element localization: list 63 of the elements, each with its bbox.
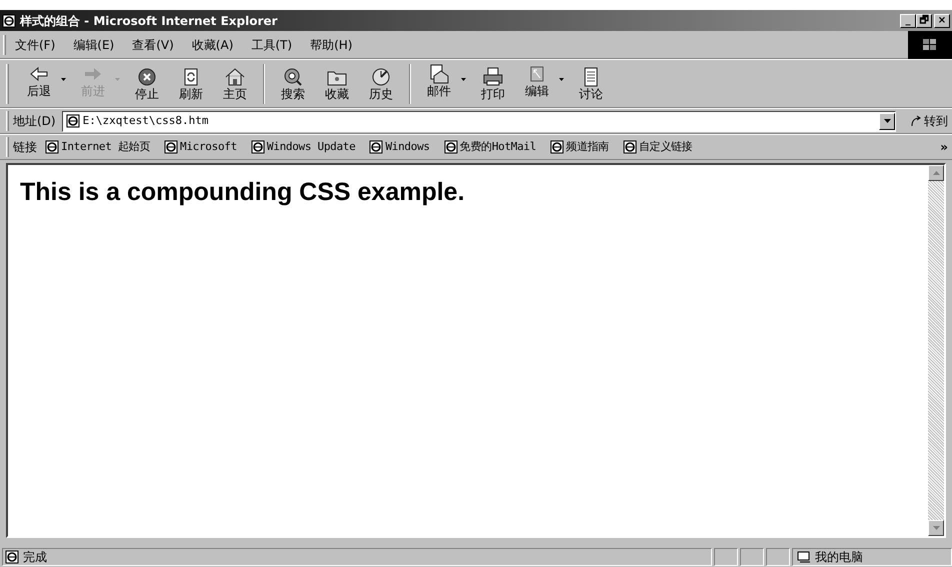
window-control-button[interactable]: 🗗 bbox=[916, 14, 932, 28]
dropdown-button[interactable] bbox=[879, 112, 895, 130]
caret-icon[interactable] bbox=[61, 78, 66, 81]
toolbar-button[interactable]: 邮件 bbox=[417, 64, 461, 98]
menu-item[interactable]: 帮助(H) bbox=[301, 36, 362, 54]
toolbar-button[interactable]: 收藏 bbox=[315, 66, 359, 100]
menu-item[interactable]: 工具(T) bbox=[242, 36, 302, 54]
window-control-button[interactable]: × bbox=[934, 14, 950, 28]
caret-icon bbox=[884, 119, 890, 123]
printer-icon bbox=[482, 66, 504, 86]
window-control-button[interactable]: _ bbox=[900, 14, 916, 28]
status-text: 完成 bbox=[23, 549, 47, 566]
toolbar-button[interactable]: 停止 bbox=[125, 66, 169, 100]
zone-text: 我的电脑 bbox=[815, 549, 863, 566]
search-icon bbox=[282, 66, 304, 86]
address-field[interactable]: E:\zxqtest\css8.htm bbox=[62, 110, 896, 132]
curved-arrow-icon bbox=[910, 115, 922, 127]
menu-item[interactable]: 文件(F) bbox=[6, 36, 64, 54]
ie-page-icon bbox=[369, 140, 384, 154]
address-label: 地址(D) bbox=[13, 113, 56, 130]
ie-page-icon bbox=[5, 550, 19, 564]
stop-icon bbox=[136, 66, 158, 86]
link-item[interactable]: Windows bbox=[369, 138, 430, 156]
link-item[interactable]: 免费的HotMail bbox=[444, 138, 536, 156]
ie-page-icon bbox=[250, 140, 265, 154]
ie-page-icon bbox=[45, 140, 59, 154]
ie-page-icon bbox=[550, 140, 564, 154]
window-title: 样式的组合 - Microsoft Internet Explorer bbox=[20, 12, 278, 30]
toolbar-button[interactable]: 刷新 bbox=[169, 66, 213, 100]
status-panel bbox=[766, 548, 790, 566]
ie-page-icon bbox=[164, 140, 178, 154]
ie-page-icon bbox=[622, 140, 637, 154]
caret-icon[interactable] bbox=[461, 78, 466, 81]
home-icon bbox=[224, 66, 246, 86]
status-panel bbox=[740, 548, 764, 566]
clock-icon bbox=[370, 66, 392, 86]
app-icon bbox=[2, 14, 16, 28]
toolbar-button[interactable]: 历史 bbox=[359, 66, 403, 100]
toolbar-button[interactable]: 打印 bbox=[471, 66, 515, 100]
toolbar-button[interactable]: 编辑 bbox=[515, 64, 559, 98]
menu-item[interactable]: 查看(V) bbox=[123, 36, 183, 54]
links-label: 链接 bbox=[13, 139, 37, 156]
computer-icon bbox=[797, 551, 811, 563]
more-links-button[interactable]: » bbox=[940, 138, 948, 156]
go-button[interactable]: 转到 bbox=[910, 112, 948, 130]
mail-icon bbox=[428, 64, 450, 84]
toolbar-button[interactable]: 讨论 bbox=[569, 66, 613, 100]
menu-item[interactable]: 编辑(E) bbox=[64, 36, 124, 54]
link-item[interactable]: 频道指南 bbox=[550, 138, 609, 156]
ie-page-icon bbox=[444, 140, 458, 154]
caret-icon[interactable] bbox=[559, 78, 564, 81]
link-item[interactable]: Microsoft bbox=[164, 138, 237, 156]
link-item[interactable]: 自定义链接 bbox=[622, 138, 692, 156]
toolbar-button[interactable]: 后退 bbox=[17, 64, 61, 98]
link-item[interactable]: Windows Update bbox=[250, 138, 356, 156]
flag-icon bbox=[923, 38, 937, 50]
menu-item[interactable]: 收藏(A) bbox=[182, 36, 242, 54]
toolbar-button[interactable]: 主页 bbox=[213, 66, 257, 100]
page-heading: This is a compounding CSS example. bbox=[20, 177, 466, 207]
link-item[interactable]: Internet 起始页 bbox=[45, 138, 150, 156]
toolbar-button[interactable]: 搜索 bbox=[271, 66, 315, 100]
status-panel bbox=[714, 548, 738, 566]
ie-page-icon bbox=[66, 114, 80, 128]
